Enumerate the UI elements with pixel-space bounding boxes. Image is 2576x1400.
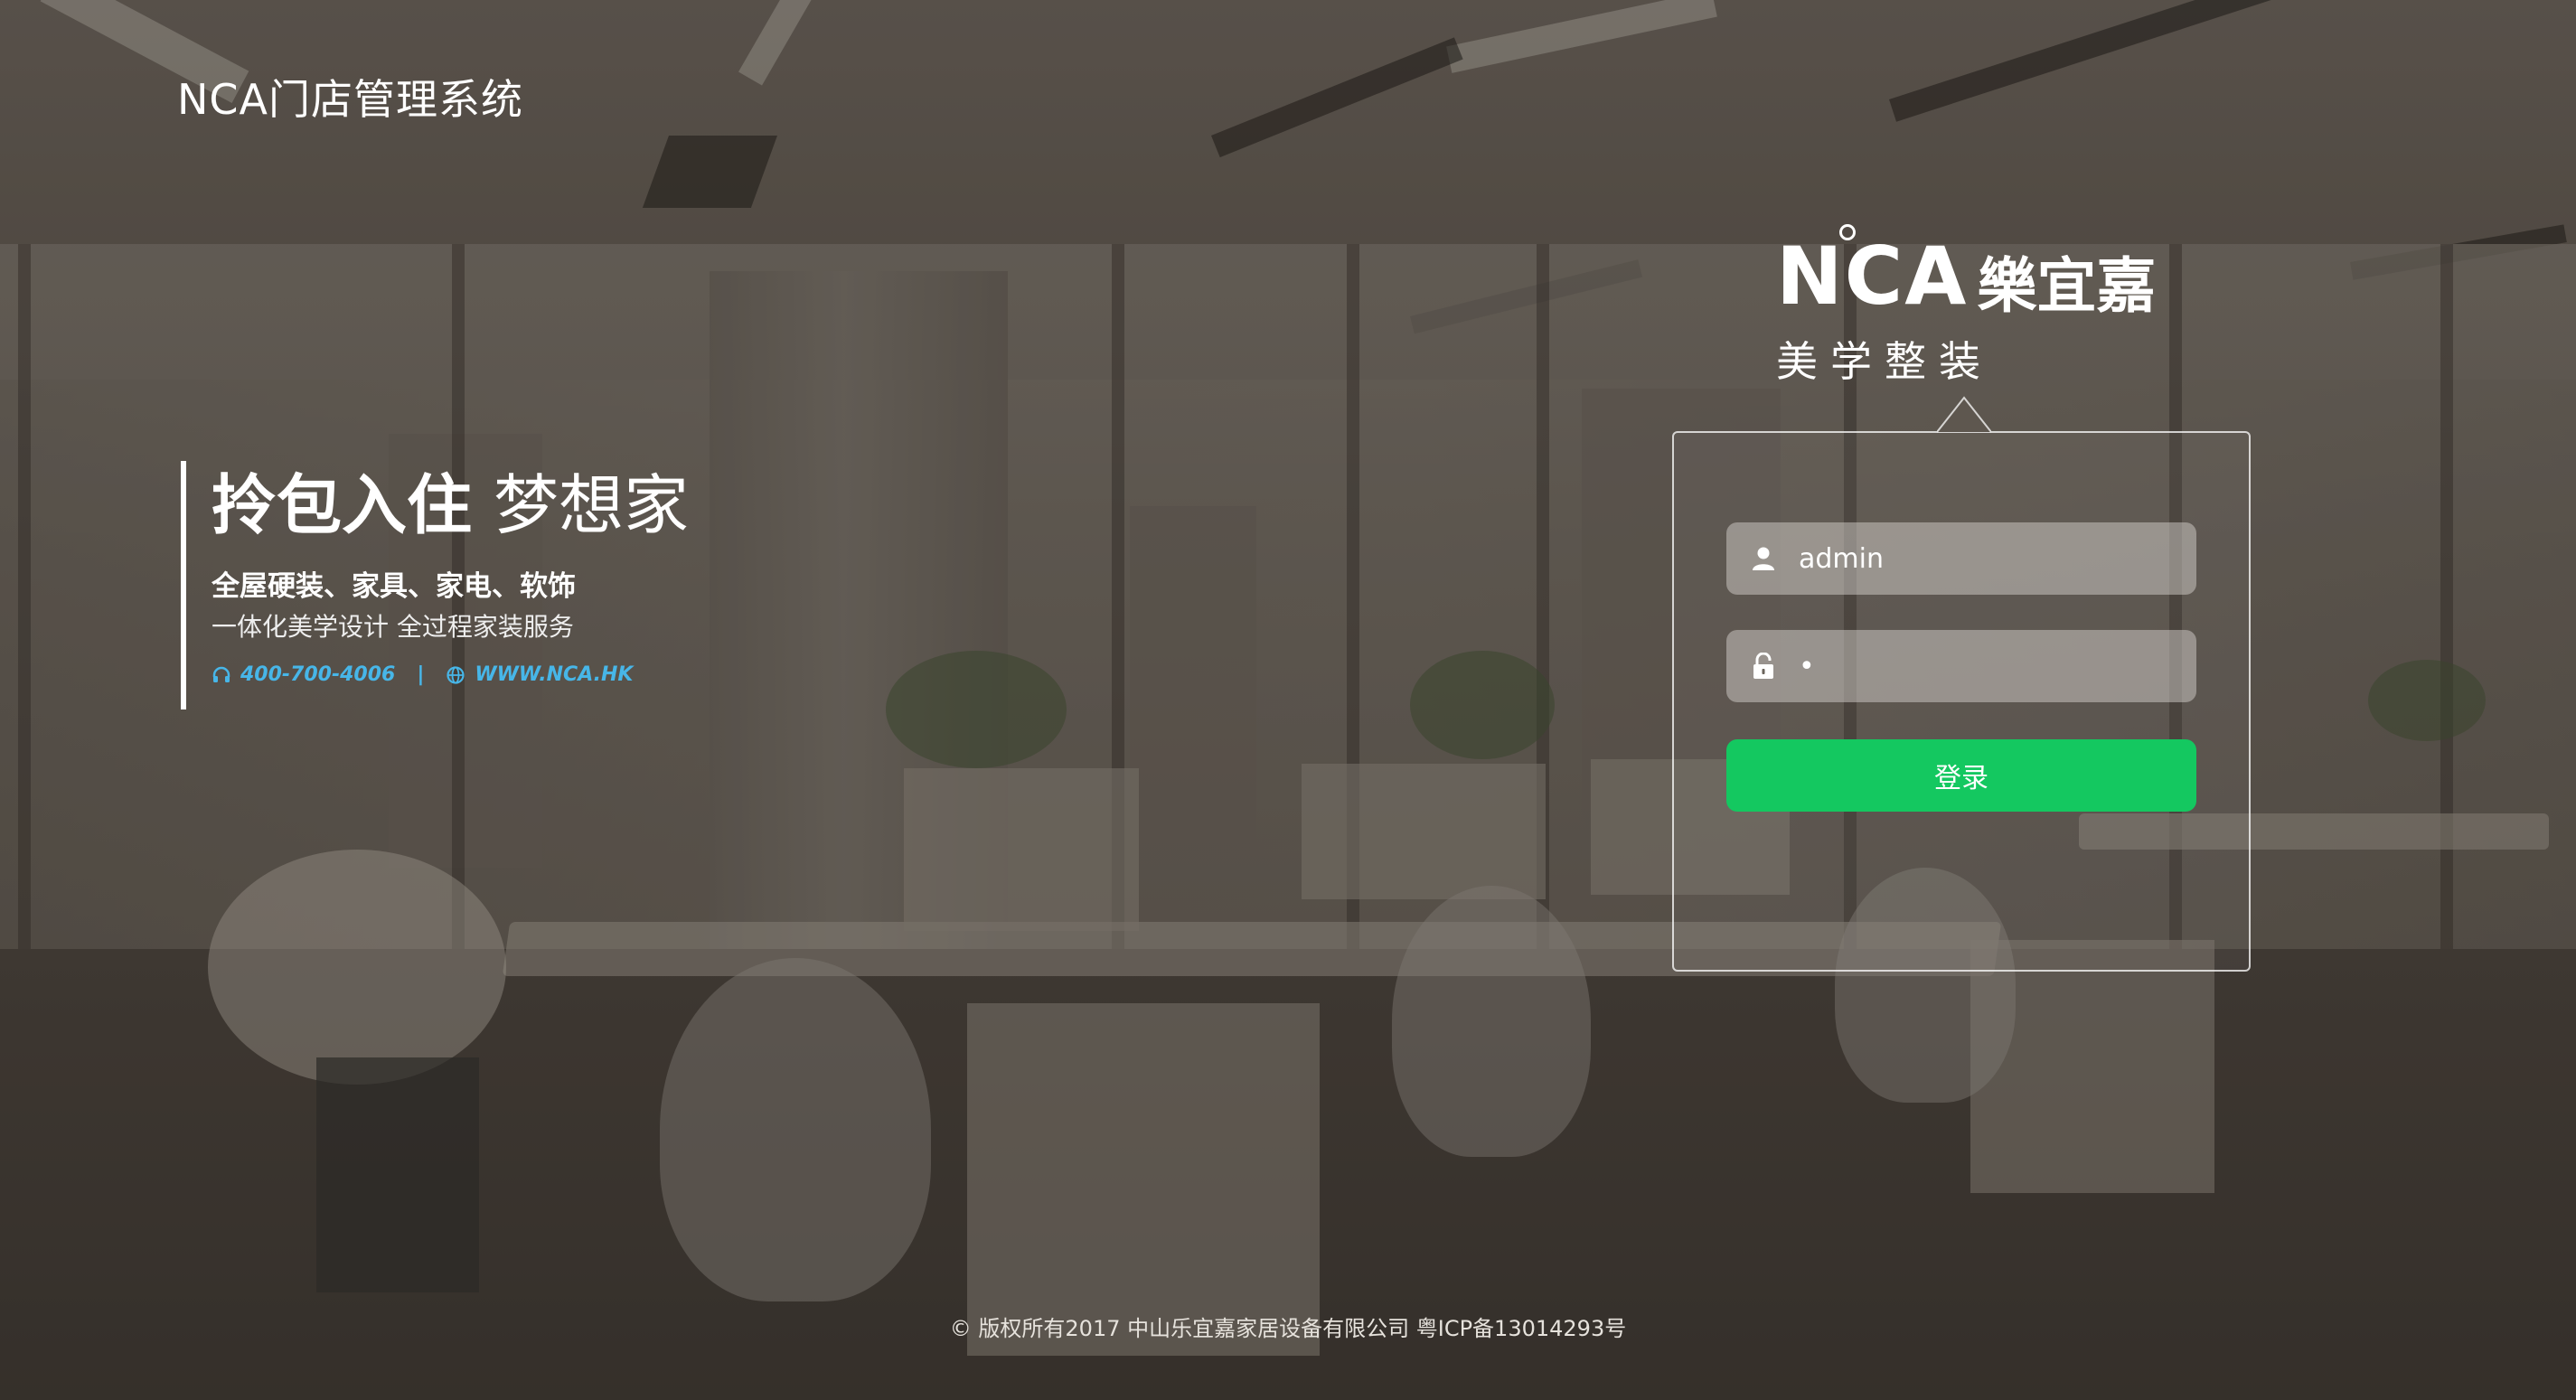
lock-icon bbox=[1750, 653, 1777, 680]
app-title: NCA门店管理系统 bbox=[177, 75, 523, 124]
contact-website: WWW.NCA.HK bbox=[475, 663, 634, 687]
user-icon bbox=[1750, 545, 1777, 572]
footer-copyright: © 版权所有2017 中山乐宜嘉家居设备有限公司 粤ICP备13014293号 bbox=[949, 1316, 1627, 1341]
username-input[interactable] bbox=[1797, 541, 2180, 576]
slogan-subtitle: 全屋硬装、家具、家电、软饰 bbox=[212, 570, 576, 604]
slogan-description: 一体化美学设计 全过程家装服务 bbox=[212, 612, 574, 643]
slogan-headline-light: 梦想家 bbox=[494, 467, 690, 543]
brand-logo: NCA 樂宜嘉 美学整装 bbox=[1776, 224, 2157, 389]
brand-tagline: 美学整装 bbox=[1776, 337, 1993, 386]
login-page: NCA门店管理系统 拎包入住 梦想家 全屋硬装、家具、家电、软饰 一体化美学设计 … bbox=[0, 0, 2576, 1400]
login-button[interactable]: 登录 bbox=[1726, 739, 2196, 812]
headset-icon bbox=[212, 665, 231, 685]
password-input[interactable] bbox=[1797, 649, 2180, 683]
contact-phone: 400-700-4006 bbox=[240, 663, 396, 687]
slogan-headline-bold: 拎包入住 bbox=[212, 467, 473, 543]
brand-logo-cn: 樂宜嘉 bbox=[1977, 251, 2157, 321]
contact-separator: | bbox=[417, 663, 425, 687]
globe-icon bbox=[446, 665, 465, 685]
brand-logo-text: NCA bbox=[1776, 224, 1968, 316]
password-field[interactable] bbox=[1726, 630, 2196, 702]
slogan-headline: 拎包入住 梦想家 bbox=[212, 467, 759, 543]
username-field[interactable] bbox=[1726, 522, 2196, 595]
promo-slogan: 拎包入住 梦想家 全屋硬装、家具、家电、软饰 一体化美学设计 全过程家装服务 40… bbox=[181, 461, 759, 709]
slogan-contact: 400-700-4006 | WWW.NCA.HK bbox=[212, 663, 759, 686]
brand-ring-icon bbox=[1839, 224, 1856, 240]
